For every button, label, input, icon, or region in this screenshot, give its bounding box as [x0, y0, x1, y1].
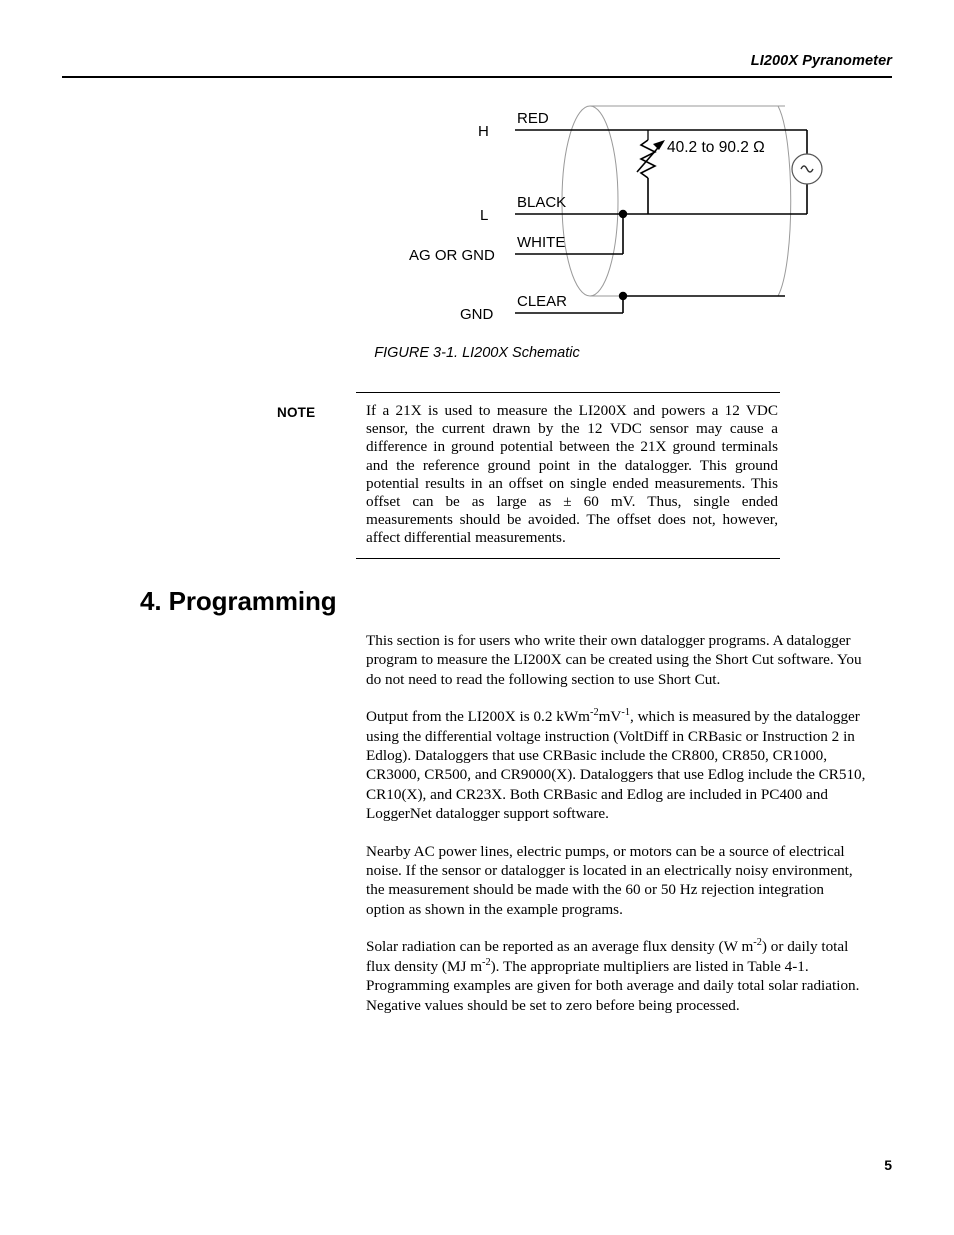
cable-left-ellipse: [561, 105, 619, 297]
paragraph-4: Solar radiation can be reported as an av…: [366, 937, 866, 1015]
page-number: 5: [884, 1157, 892, 1173]
figure-caption: FIGURE 3-1. LI200X Schematic: [374, 345, 580, 361]
paragraph-2-part-b: mV: [598, 708, 622, 726]
schematic-svg: [515, 105, 823, 314]
schematic-drawing: H L AG OR GND GND RED BLACK WHITE CLEAR …: [395, 98, 835, 323]
paragraph-4-part-a: Solar radiation can be reported as an av…: [366, 938, 754, 956]
figure-li200x-schematic: H L AG OR GND GND RED BLACK WHITE CLEAR …: [0, 98, 954, 378]
note-divider-top: [356, 392, 780, 393]
wire-label-red: RED: [517, 110, 549, 127]
header-divider: [62, 76, 892, 78]
section-heading-programming: 4. Programming: [140, 586, 337, 616]
terminal-label-gnd: GND: [460, 306, 494, 323]
note-divider-bottom: [356, 558, 780, 559]
paragraph-2-part-c: , which is measured by the datalogger us…: [366, 708, 866, 823]
body-column: This section is for users who write thei…: [366, 631, 866, 1033]
terminal-label-ag-or-gnd: AG OR GND: [409, 247, 495, 264]
terminal-label-h: H: [478, 123, 489, 140]
paragraph-2-part-a: Output from the LI200X is 0.2 kWm: [366, 708, 590, 726]
paragraph-2: Output from the LI200X is 0.2 kWm-2mV-1,…: [366, 707, 866, 823]
paragraph-4-superscript-2: -2: [482, 956, 491, 968]
paragraph-4-superscript-1: -2: [753, 937, 762, 949]
junction-dot-shield: [618, 291, 628, 301]
terminal-label-l: L: [480, 207, 489, 224]
paragraph-1: This section is for users who write thei…: [366, 632, 862, 688]
note-label: NOTE: [277, 405, 316, 420]
cable-right-arc: [777, 105, 792, 297]
paragraph-3: Nearby AC power lines, electric pumps, o…: [366, 842, 853, 918]
page-header: LI200X Pyranometer: [62, 52, 892, 70]
junction-dot-black: [618, 209, 628, 219]
resistor-adjust-arrow-head: [653, 140, 665, 150]
note-text: If a 21X is used to measure the LI200X a…: [366, 402, 778, 547]
wire-label-black: BLACK: [517, 194, 567, 211]
ac-source-sine: [800, 165, 814, 173]
wire-label-clear: CLEAR: [517, 293, 568, 310]
resistor-value-label: 40.2 to 90.2 Ω: [667, 139, 765, 156]
paragraph-2-superscript-1: -2: [590, 707, 599, 719]
paragraph-2-superscript-2: -1: [621, 707, 630, 719]
header-title: LI200X Pyranometer: [750, 53, 892, 69]
wire-label-white: WHITE: [517, 234, 566, 251]
